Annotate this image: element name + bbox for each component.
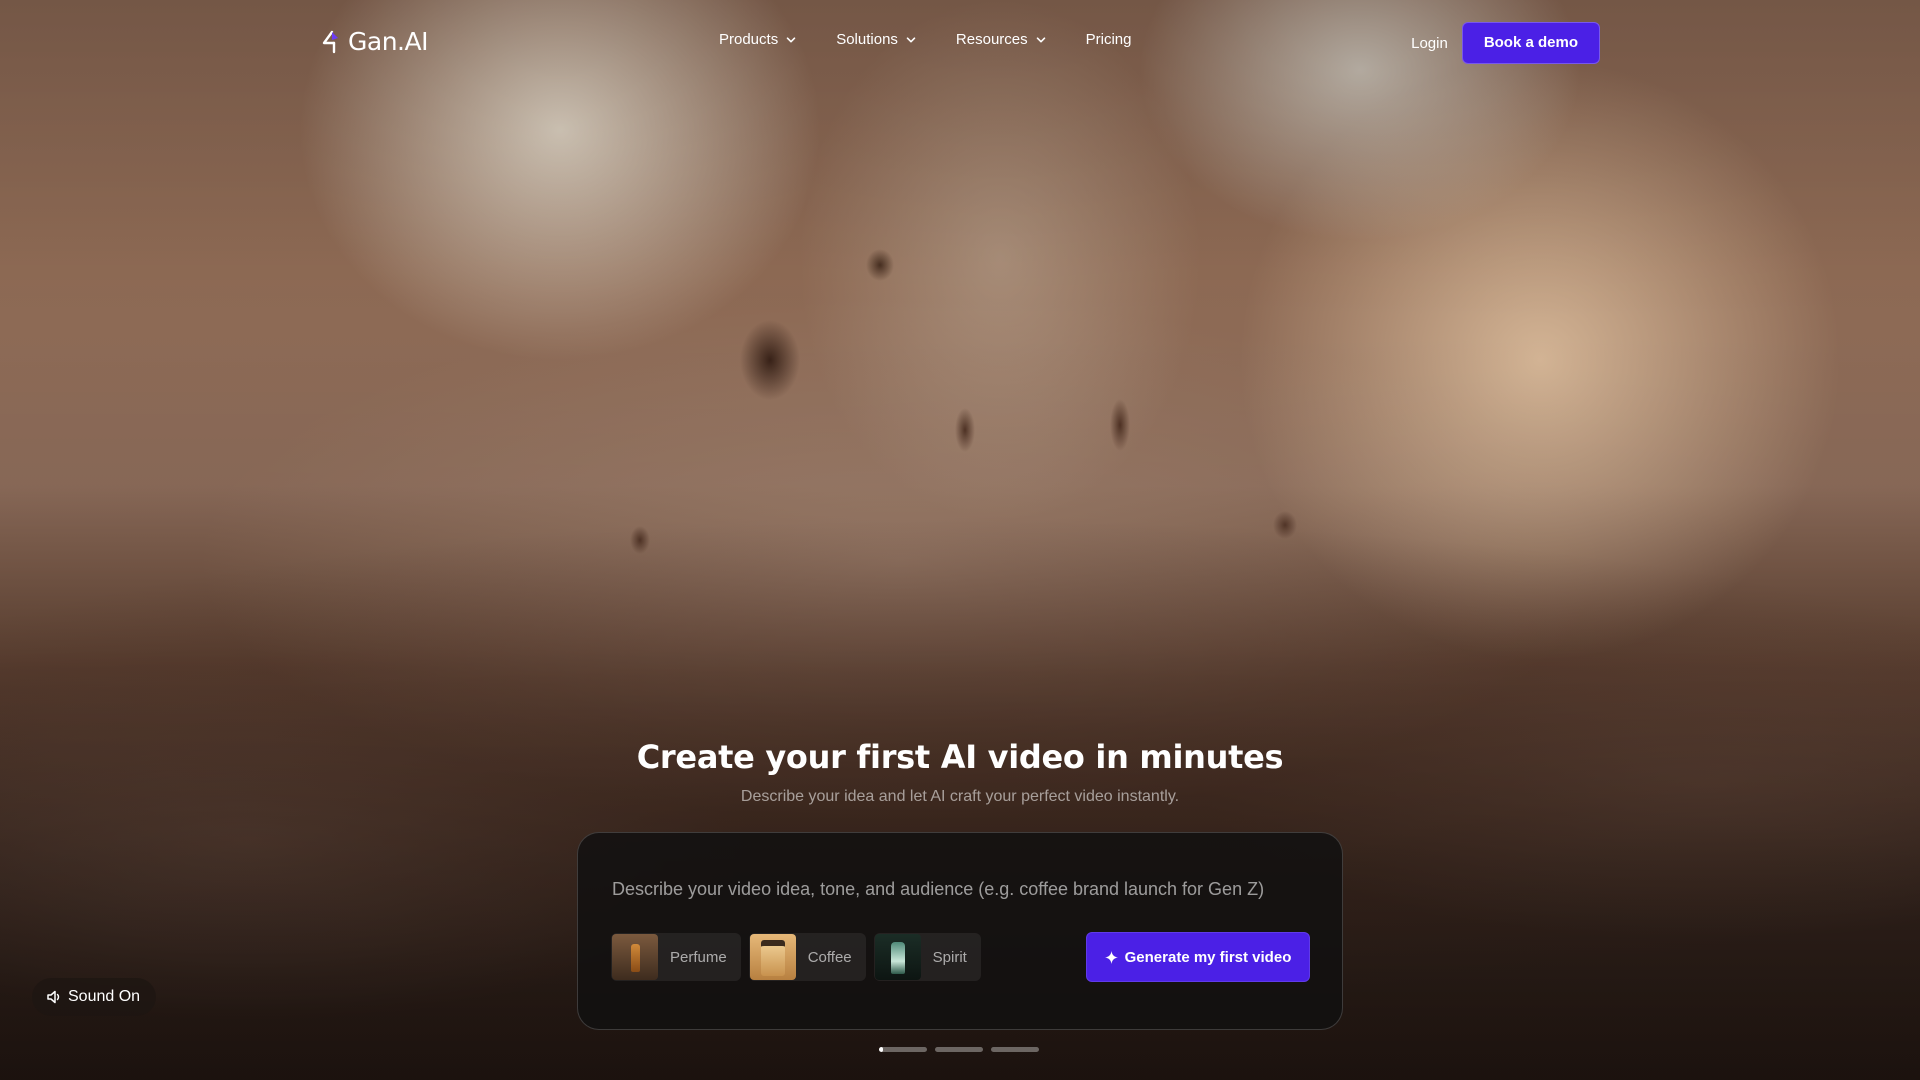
coffee-bag-thumbnail — [749, 934, 796, 980]
brand-name: Gan.AI — [348, 27, 428, 56]
preset-chip-coffee[interactable]: Coffee — [748, 933, 866, 981]
carousel-dot-2[interactable] — [935, 1047, 983, 1052]
hero-title: Create your first AI video in minutes — [636, 738, 1284, 776]
perfume-bottle-thumbnail — [612, 934, 658, 980]
top-navigation: Gan.AI Products Solutions Resources Pric… — [0, 0, 1920, 85]
nav-item-label: Pricing — [1085, 31, 1132, 48]
generate-video-button[interactable]: Generate my first video — [1086, 932, 1310, 982]
preset-chip-label: Coffee — [807, 948, 852, 966]
spirit-bottle-thumbnail — [874, 934, 921, 980]
nav-item-pricing[interactable]: Pricing — [1086, 31, 1132, 48]
preset-chips: Perfume Coffee Spirit — [611, 933, 981, 981]
chevron-down-icon — [1036, 36, 1045, 42]
book-demo-button[interactable]: Book a demo — [1461, 22, 1600, 64]
login-link[interactable]: Login — [1411, 35, 1448, 52]
chevron-down-icon — [906, 36, 916, 42]
preset-chip-label: Perfume — [670, 948, 727, 966]
chevron-down-icon — [786, 36, 796, 42]
nav-links: Products Solutions Resources Pricing — [719, 31, 1171, 48]
nav-item-solutions[interactable]: Solutions — [836, 31, 916, 48]
nav-item-products[interactable]: Products — [719, 31, 796, 48]
hero-background: Gan.AI Products Solutions Resources Pric… — [0, 0, 1920, 1080]
gan-logo-icon — [322, 30, 338, 53]
preset-chip-spirit[interactable]: Spirit — [873, 933, 981, 981]
prompt-panel: Perfume Coffee Spirit Generate my first … — [577, 832, 1343, 1030]
brand-logo[interactable]: Gan.AI — [320, 27, 428, 56]
video-idea-input[interactable] — [610, 873, 1314, 905]
nav-item-resources[interactable]: Resources — [956, 31, 1046, 48]
nav-item-label: Resources — [955, 31, 1028, 48]
preset-chip-perfume[interactable]: Perfume — [611, 933, 741, 981]
carousel-progress — [879, 1047, 883, 1052]
carousel-pagination — [879, 1047, 1039, 1052]
nav-actions: Login Book a demo — [1411, 22, 1600, 64]
carousel-dot-3[interactable] — [991, 1047, 1039, 1052]
nav-item-label: Products — [719, 31, 779, 48]
speaker-icon — [47, 990, 60, 1004]
nav-item-label: Solutions — [836, 31, 898, 48]
sound-toggle-button[interactable]: Sound On — [32, 978, 157, 1016]
sparkle-icon — [1104, 950, 1118, 964]
generate-video-label: Generate my first video — [1124, 948, 1292, 966]
sound-toggle-label: Sound On — [68, 988, 141, 1005]
hero-subtitle: Describe your idea and let AI craft your… — [740, 788, 1180, 805]
carousel-dot-1[interactable] — [879, 1047, 927, 1052]
preset-chip-label: Spirit — [932, 948, 967, 966]
